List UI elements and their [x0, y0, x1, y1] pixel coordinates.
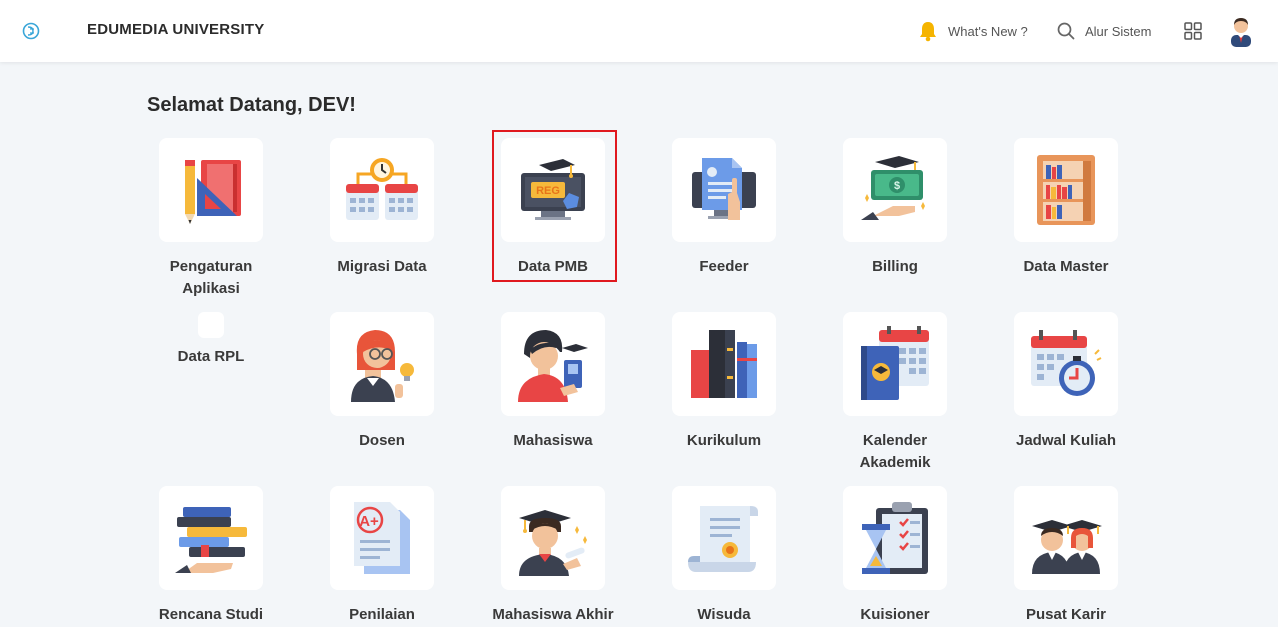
feeder-document-icon: [692, 158, 756, 220]
search-icon: [1057, 22, 1075, 40]
graduate-student-icon: [519, 510, 587, 576]
welcome-heading: Selamat Datang, DEV!: [147, 94, 356, 116]
grade-paper-icon: A+: [354, 502, 410, 574]
study-plan-icon: [175, 507, 247, 573]
academic-calendar-icon: [861, 326, 929, 400]
tile-label: Mahasiswa: [513, 432, 593, 449]
questionnaire-icon: [862, 502, 928, 574]
menu-tile-rencana-studi[interactable]: Rencana Studi: [126, 486, 296, 626]
reg-badge-text: REG: [536, 185, 560, 197]
tile-label: Wisuda: [697, 606, 751, 623]
bookshelf-icon: [1037, 155, 1095, 225]
schedule-clock-icon: [1031, 330, 1102, 396]
registration-monitor-icon: REG: [521, 159, 585, 220]
tile-label: Billing: [872, 258, 918, 275]
tile-label: Data Master: [1023, 258, 1109, 275]
tile-label: Pusat Karir: [1025, 606, 1107, 623]
whats-new-button[interactable]: What's New ?: [917, 0, 1028, 62]
tile-label: Feeder: [699, 258, 749, 275]
menu-tile-dosen[interactable]: Dosen: [297, 312, 467, 452]
menu-tile-feeder[interactable]: Feeder: [639, 138, 809, 278]
menu-tile-data-rpl[interactable]: Data RPL: [126, 312, 296, 368]
grade-badge-text: A+: [359, 513, 379, 530]
whats-new-label: What's New ?: [948, 23, 1028, 39]
grid-icon: [1184, 22, 1202, 40]
top-navbar: EDUMEDIA UNIVERSITY What's New ? Alur Si…: [0, 0, 1278, 62]
app-logo-icon[interactable]: [22, 22, 40, 40]
tile-label: Penilaian: [349, 606, 415, 623]
menu-tile-pusat-karir[interactable]: Pusat Karir: [981, 486, 1151, 626]
apps-grid-button[interactable]: [1184, 0, 1202, 62]
menu-tile-jadwal-kuliah[interactable]: Jadwal Kuliah: [981, 312, 1151, 452]
menu-tile-kalender-akademik[interactable]: Kalender Akademik: [810, 312, 980, 474]
blank-icon: [198, 312, 224, 338]
menu-tile-billing[interactable]: $ Billing: [810, 138, 980, 278]
menu-tile-migrasi-data[interactable]: Migrasi Data: [297, 138, 467, 278]
tile-label: Jadwal Kuliah: [1015, 432, 1117, 449]
user-avatar[interactable]: [1228, 0, 1254, 62]
bell-icon: [920, 22, 936, 42]
student-icon: [518, 330, 588, 402]
lecturer-icon: [351, 330, 414, 402]
svg-text:$: $: [894, 180, 900, 192]
tile-label: Migrasi Data: [337, 258, 427, 275]
billing-money-icon: $: [861, 156, 925, 220]
calendar-migrate-icon: [346, 158, 418, 220]
menu-tile-mahasiswa[interactable]: Mahasiswa: [468, 312, 638, 452]
tile-label: Kuisioner: [860, 606, 930, 623]
tile-label: Data RPL: [177, 348, 245, 365]
menu-tile-wisuda[interactable]: Wisuda: [639, 486, 809, 626]
diploma-scroll-icon: [688, 506, 758, 572]
menu-tile-kurikulum[interactable]: Kurikulum: [639, 312, 809, 452]
tile-label: Mahasiswa Akhir: [492, 606, 614, 623]
menu-tile-pengaturan-aplikasi[interactable]: Pengaturan Aplikasi: [126, 138, 296, 300]
alur-sistem-search[interactable]: Alur Sistem: [1057, 0, 1151, 62]
tile-label: Kalender Akademik: [859, 432, 931, 471]
menu-tile-mahasiswa-akhir[interactable]: Mahasiswa Akhir: [468, 486, 638, 626]
settings-books-icon: [185, 160, 241, 224]
career-center-icon: [1032, 520, 1102, 574]
menu-tile-data-master[interactable]: Data Master: [981, 138, 1151, 278]
menu-tile-data-pmb[interactable]: REG Data PMB: [468, 138, 638, 278]
brand-name[interactable]: EDUMEDIA UNIVERSITY: [87, 21, 264, 38]
tile-label: Rencana Studi: [158, 606, 264, 623]
tile-label: Data PMB: [517, 258, 588, 275]
menu-tile-penilaian[interactable]: A+ Penilaian: [297, 486, 467, 626]
tile-label: Dosen: [359, 432, 405, 449]
alur-sistem-label: Alur Sistem: [1085, 23, 1152, 39]
tile-label: Kurikulum: [686, 432, 762, 449]
tile-label: Pengaturan Aplikasi: [169, 258, 253, 297]
menu-tile-kuisioner[interactable]: Kuisioner: [810, 486, 980, 626]
user-avatar-icon: [1231, 18, 1251, 47]
curriculum-books-icon: [691, 330, 757, 398]
